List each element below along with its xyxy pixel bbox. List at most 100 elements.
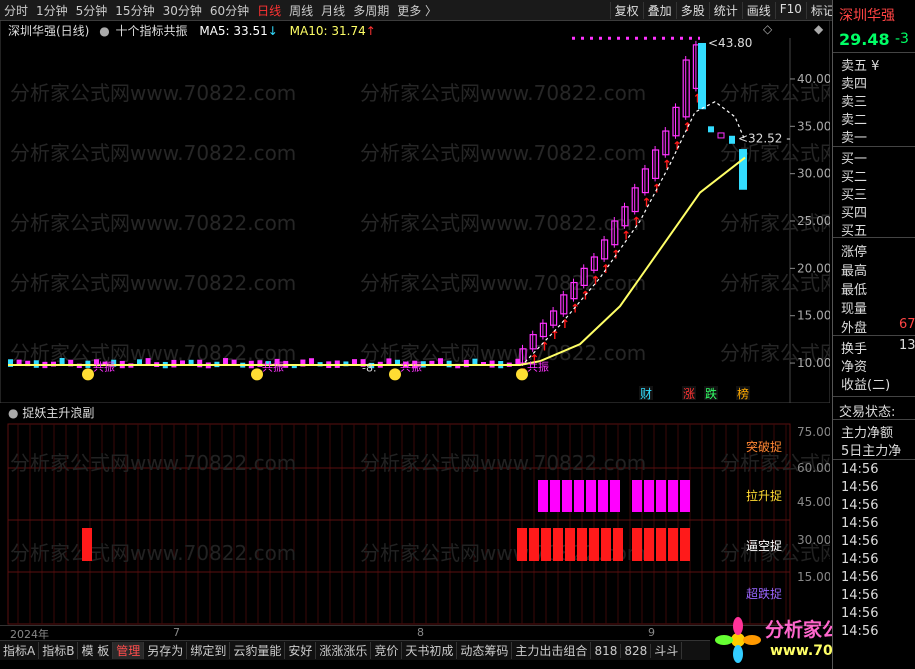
- toolbar-button[interactable]: 复权: [609, 1, 643, 19]
- period-tab[interactable]: 更多 〉: [393, 2, 441, 19]
- indicator-tab[interactable]: 动态筹码: [457, 642, 513, 659]
- candle: [171, 359, 177, 368]
- tick-time: 14:56: [841, 606, 879, 621]
- period-tab[interactable]: 5分钟: [72, 2, 112, 19]
- last-price-marker: <32.52 -: [738, 131, 791, 145]
- waipan-value: 67: [899, 317, 915, 332]
- period-tab[interactable]: 分时: [0, 2, 32, 19]
- quote-stat-label: 收益(二): [841, 378, 891, 393]
- ask-level-label: 卖三: [841, 95, 868, 110]
- quote-change: -3: [895, 31, 909, 47]
- buy-arrow-icon: ↑: [641, 196, 651, 210]
- ask-level-label: 卖四: [841, 77, 868, 92]
- lift-signal-bar: [538, 480, 548, 512]
- squeeze-signal-bar: [577, 528, 587, 561]
- lift-signal-bar: [574, 480, 584, 512]
- sub-axis-label: 60.00: [797, 461, 830, 475]
- period-tab[interactable]: 多周期: [349, 2, 393, 19]
- watermark-text: 分析家公式网www.70822.com: [10, 141, 296, 165]
- squeeze-signal-bar: [553, 528, 563, 561]
- indicator-tab[interactable]: 指标B: [39, 642, 79, 659]
- period-list: 分时 1分钟 5分钟 15分钟 30分钟 60分钟 日线 周线 月线 多周期 更多 〉: [0, 2, 441, 19]
- gongzhen-label: 共振: [527, 360, 549, 374]
- indicator-tab[interactable]: 云豹量能: [230, 642, 286, 659]
- low-marker-label: -8.: [362, 362, 376, 375]
- bid-level-label: 买五: [841, 224, 868, 239]
- tick-time: 14:56: [841, 480, 879, 495]
- candle: [197, 359, 203, 368]
- lift-signal-bar: [668, 480, 678, 512]
- tick-time: 14:56: [841, 516, 879, 531]
- sub-axis-label: 75.00: [797, 425, 830, 439]
- sub-signal-label: 逼空捉: [746, 538, 782, 553]
- high-price-label: <43.80: [708, 36, 752, 50]
- kline-chart[interactable]: 分析家公式网www.70822.com 分析家公式网www.70822.com 分析…: [0, 20, 830, 403]
- indicator-tab[interactable]: 管理: [113, 642, 145, 659]
- watermark-text: 分析家公式网www.70822.com: [360, 211, 646, 235]
- buy-arrow-icon: ↑: [539, 340, 549, 354]
- sub-axis-label: 30.00: [797, 533, 830, 547]
- quote-stat-label: 换手: [841, 342, 868, 357]
- indicator-tab[interactable]: 另存为: [144, 642, 188, 659]
- bid-level-label: 买三: [841, 188, 868, 203]
- sub-settings-icon[interactable]: ●: [8, 406, 18, 420]
- indicator-tab[interactable]: 818: [591, 643, 622, 658]
- squeeze-signal-bar: [565, 528, 575, 561]
- watermark-text: 分析家公式网www.70822.com: [10, 211, 296, 235]
- indicator-tab[interactable]: 模 板: [78, 642, 114, 659]
- gongzhen-label: 共振: [262, 360, 284, 374]
- period-tab[interactable]: 月线: [317, 2, 349, 19]
- indicator-tabs: 指标A 指标B 模 板管理 另存为 绑定到 云豹量能 安好 涨涨涨乐 竞价 天书初成 动态筹码 主力出…: [0, 640, 710, 660]
- indicator-tab[interactable]: 绑定到: [187, 642, 231, 659]
- toolbar-button[interactable]: 叠加: [642, 1, 676, 19]
- period-tab[interactable]: 30分钟: [159, 2, 206, 19]
- lift-signal-bar: [562, 480, 572, 512]
- quote-stat-label: 外盘: [841, 321, 868, 336]
- period-tab[interactable]: 1分钟: [32, 2, 72, 19]
- sub-signal-label: 超跌捉: [746, 586, 782, 601]
- news-badge-label: 榜: [737, 386, 749, 401]
- news-badge-label: 跌: [705, 386, 717, 401]
- period-tab[interactable]: 周线: [285, 2, 317, 19]
- buy-arrow-icon: ↑: [560, 317, 570, 331]
- trade-status-label: 交易状态:: [839, 405, 896, 420]
- squeeze-signal-bar: [613, 528, 623, 561]
- toolbar-button[interactable]: 统计: [708, 1, 742, 19]
- watermark-text: 分析家公式网www.70822.com: [360, 81, 646, 105]
- candle: [698, 42, 706, 110]
- sub-indicator-chart[interactable]: 分析家公式网www.70822.com 分析家公式网www.70822.com 分析…: [0, 420, 830, 625]
- price-axis-label: 35.00: [797, 119, 830, 133]
- quote-price: 29.48: [839, 30, 890, 49]
- indicator-tab[interactable]: 天书初成: [402, 642, 458, 659]
- bid-level-label: 买二: [841, 170, 868, 185]
- indicator-tab[interactable]: 竞价: [371, 642, 403, 659]
- indicator-tab[interactable]: 斗斗: [651, 642, 683, 659]
- quote-stat-label: 现量: [841, 302, 868, 317]
- watermark-text: 分析家公式网www.70822.com: [360, 451, 646, 475]
- toolbar-button[interactable]: 多股: [675, 1, 709, 19]
- period-tab[interactable]: 60分钟: [206, 2, 253, 19]
- quote-stat-label: 净资: [841, 360, 868, 375]
- period-tab[interactable]: 日线: [253, 2, 285, 19]
- indicator-tab[interactable]: 指标A: [0, 642, 40, 659]
- squeeze-signal-bar: [82, 528, 92, 561]
- main-net-label: 主力净额: [841, 426, 894, 441]
- indicator-tab[interactable]: 涨涨涨乐: [316, 642, 372, 659]
- tick-time: 14:56: [841, 588, 879, 603]
- toolbar-button[interactable]: F10: [774, 1, 806, 19]
- date-axis: 2024年 7 8 9: [0, 625, 830, 641]
- watermark-text: 分析家公式网www.70822.com: [10, 81, 296, 105]
- squeeze-signal-bar: [601, 528, 611, 561]
- sub-signal-label: 拉升捉: [746, 488, 782, 503]
- watermark-text: 分析家公式网www.70822.com: [10, 451, 296, 475]
- period-tab[interactable]: 15分钟: [111, 2, 158, 19]
- toolbar-button[interactable]: 画线: [741, 1, 775, 19]
- indicator-tab[interactable]: 主力出击组合: [512, 642, 592, 659]
- indicator-tab[interactable]: 安好: [285, 642, 317, 659]
- lift-signal-bar: [656, 480, 666, 512]
- price-axis-label: 10.00: [797, 356, 830, 370]
- quote-stock-name: 深圳华强: [839, 8, 895, 24]
- tick-time: 14:56: [841, 534, 879, 549]
- squeeze-signal-bar: [656, 528, 666, 561]
- indicator-tab[interactable]: 828: [621, 643, 652, 658]
